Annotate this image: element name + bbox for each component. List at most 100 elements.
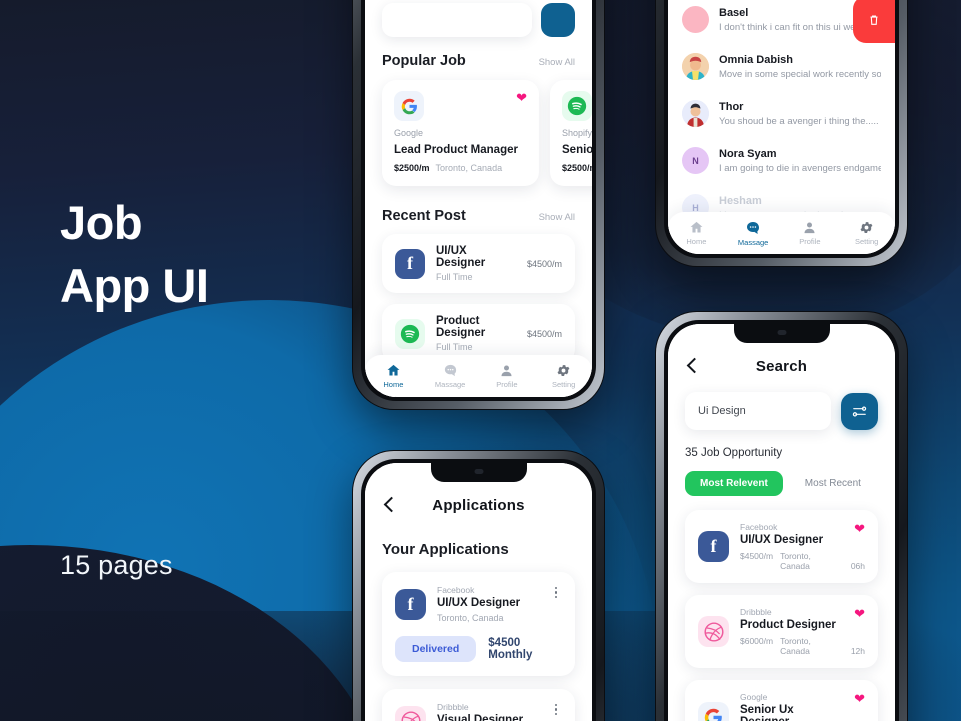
page-title: Applications — [432, 496, 525, 514]
tab-profile[interactable]: Profile — [479, 363, 536, 389]
kebab-menu-icon[interactable] — [550, 702, 562, 721]
bottom-tab-bar-messages: Home Massage Profile Setting — [668, 212, 895, 254]
tab-setting[interactable]: Setting — [838, 220, 895, 246]
result-company: Facebook — [740, 522, 778, 532]
phone-inner-applications: Applications Your Applications f Faceboo… — [361, 459, 596, 721]
tab-message[interactable]: Massage — [422, 363, 479, 389]
home-screen-body: Popular Job Show All ❤ Google Lead Produ… — [365, 0, 592, 397]
screen-applications: Applications Your Applications f Faceboo… — [365, 463, 592, 721]
favorite-heart-icon[interactable]: ❤ — [854, 522, 865, 535]
result-company: Google — [740, 692, 768, 702]
sort-chips: Most Relevent Most Recent — [668, 471, 895, 496]
message-icon — [747, 221, 760, 234]
kebab-menu-icon[interactable] — [550, 585, 562, 623]
poster-title-line1: Job — [60, 196, 143, 249]
phone-inner-search: Search Ui Design 35 Job Opportunity Most… — [664, 320, 899, 721]
avatar — [682, 53, 709, 80]
popular-job-show-all[interactable]: Show All — [539, 57, 575, 68]
delete-message-button[interactable] — [853, 0, 895, 43]
message-row[interactable]: Thor You shoud be a avenger i thing the.… — [668, 90, 895, 137]
result-time: 12h — [850, 646, 865, 656]
message-row[interactable]: N Nora Syam I am going to die in avenger… — [668, 137, 895, 184]
recent-post-row[interactable]: f UI/UX Designer Full Time $4500/m — [382, 234, 575, 293]
applications-screen-body: Applications Your Applications f Faceboo… — [365, 463, 592, 721]
recent-post-title: Recent Post — [382, 208, 466, 224]
facebook-logo: f — [395, 248, 425, 279]
message-preview: You shoud be a avenger i thing the..... — [719, 115, 879, 127]
tab-profile[interactable]: Profile — [782, 220, 839, 246]
bottom-tab-bar-home: Home Massage Profile Setting — [365, 355, 592, 397]
favorite-heart-icon[interactable]: ❤ — [854, 692, 865, 705]
profile-icon — [804, 222, 815, 234]
message-row[interactable]: Basel I don't think i can fit on this ui… — [668, 0, 895, 43]
result-role: UI/UX Designer — [740, 534, 824, 546]
home-filter-button[interactable] — [541, 3, 575, 37]
popular-job-carousel[interactable]: ❤ Google Lead Product Manager $2500/m To… — [365, 80, 592, 186]
tab-home[interactable]: Home — [668, 220, 725, 246]
application-card[interactable]: f Facebook UI/UX Designer Toronto, Canad… — [382, 572, 575, 676]
filter-button[interactable] — [841, 392, 878, 430]
chevron-left-icon[interactable] — [684, 356, 704, 376]
chevron-left-icon[interactable] — [381, 495, 401, 515]
popular-job-company: Shopify — [562, 128, 592, 138]
application-location: Toronto, Canada — [437, 613, 504, 623]
recent-post-show-all[interactable]: Show All — [539, 212, 575, 223]
recent-post-role: Product Designer — [436, 315, 486, 339]
home-icon — [690, 221, 703, 233]
search-result-card[interactable]: Dribbble Product Designer $6000/m Toront… — [685, 595, 878, 668]
tab-profile-label: Profile — [496, 380, 518, 389]
search-input[interactable]: Ui Design — [685, 392, 831, 430]
tab-home[interactable]: Home — [365, 363, 422, 389]
popular-job-title: Popular Job — [382, 53, 466, 69]
profile-icon — [501, 365, 512, 377]
messages-screen-body: Basel I don't think i can fit on this ui… — [668, 0, 895, 254]
facebook-logo: f — [395, 588, 426, 620]
applications-navbar: Applications — [365, 485, 592, 525]
recent-post-role: UI/UX Designer — [436, 245, 486, 269]
search-result-card[interactable]: Google Senior Ux Designer $4500/m New Yo… — [685, 680, 878, 721]
popular-job-header: Popular Job Show All — [382, 53, 575, 69]
message-row[interactable]: Omnia Dabish Move in some special work r… — [668, 43, 895, 90]
application-company: Facebook — [437, 585, 475, 595]
tab-home-label: Home — [383, 380, 404, 389]
message-icon — [444, 364, 456, 377]
tab-message-label: Massage — [737, 237, 769, 247]
home-search-input[interactable] — [382, 3, 532, 37]
tab-setting-label: Setting — [854, 237, 879, 246]
result-pay: $4500/m — [740, 551, 774, 561]
screen-search: Search Ui Design 35 Job Opportunity Most… — [668, 324, 895, 721]
popular-job-card[interactable]: Shopify Senior Ux Designer $2500/m — [550, 80, 592, 186]
message-sender: Hesham — [719, 194, 762, 207]
poster-title-line2: App UI — [60, 258, 209, 312]
notch — [430, 463, 527, 482]
favorite-heart-icon[interactable]: ❤ — [516, 91, 527, 104]
tab-message[interactable]: Massage — [725, 220, 782, 247]
chip-most-relevant[interactable]: Most Relevent — [685, 471, 783, 496]
phone-inner-messages: Basel I don't think i can fit on this ui… — [664, 0, 899, 258]
chip-most-recent[interactable]: Most Recent — [790, 471, 876, 496]
search-row: Ui Design — [668, 392, 895, 430]
result-company: Dribbble — [740, 607, 772, 617]
tab-setting[interactable]: Setting — [535, 363, 592, 389]
recent-post-type: Full Time — [436, 342, 473, 352]
result-location: Toronto, Canada — [780, 636, 811, 656]
result-role: Product Designer — [740, 619, 836, 631]
message-list: Basel I don't think i can fit on this ui… — [668, 0, 895, 231]
search-result-card[interactable]: f Facebook UI/UX Designer $4500/m Toront… — [685, 510, 878, 583]
spotify-logo — [562, 91, 592, 121]
favorite-heart-icon[interactable]: ❤ — [854, 607, 865, 620]
notch — [733, 324, 830, 343]
search-results-list: f Facebook UI/UX Designer $4500/m Toront… — [668, 510, 895, 721]
gear-icon — [557, 365, 570, 376]
recent-post-pay: $4500/m — [526, 328, 562, 339]
popular-job-role: Lead Product Manager — [394, 144, 518, 156]
phone-mockup-search: Search Ui Design 35 Job Opportunity Most… — [655, 311, 908, 721]
popular-job-card[interactable]: ❤ Google Lead Product Manager $2500/m To… — [382, 80, 539, 186]
application-card[interactable]: Dribbble Visual Designer New York, USA — [382, 689, 575, 721]
status-badge: Delivered — [395, 636, 477, 662]
message-preview: I am going to die in avengers endgame...… — [719, 162, 881, 174]
popular-job-location: Toronto, Canada — [435, 163, 503, 173]
section-heading: Your Applications — [382, 541, 509, 558]
application-salary: $4500 Monthly — [488, 637, 533, 661]
applications-list: f Facebook UI/UX Designer Toronto, Canad… — [365, 572, 592, 721]
